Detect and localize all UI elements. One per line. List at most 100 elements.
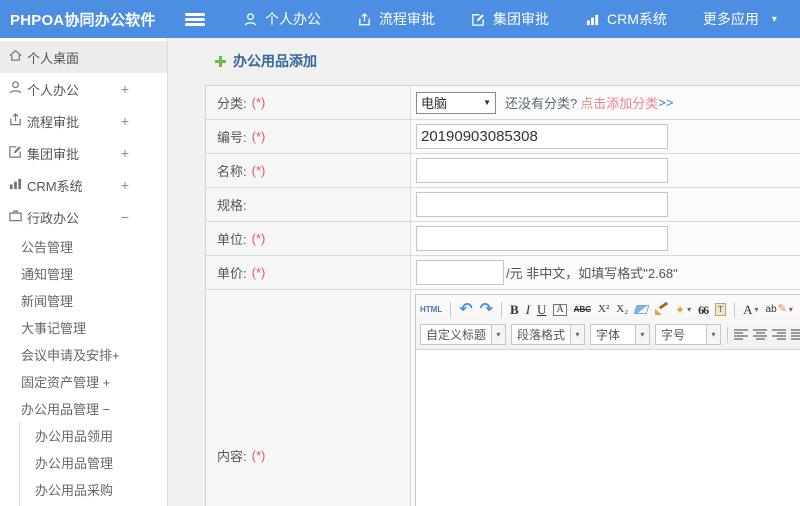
form-row-number: 编号: (*)	[206, 120, 800, 154]
name-input[interactable]	[416, 158, 668, 183]
editor-toolbar-row1: HTML ↶ ↷ B I U A ABC X² X₂ ✦ ▾ 66 T A ▾ …	[420, 297, 800, 322]
office-supplies-submenu: 办公用品领用 办公用品管理 办公用品采购 办公用品盘点	[19, 422, 167, 506]
select-arrow-icon: ▼	[483, 98, 491, 107]
blockquote-button[interactable]: 66	[698, 304, 709, 316]
bold-button[interactable]: B	[510, 303, 519, 316]
wand-icon: ✦	[675, 302, 686, 317]
custom-title-dropdown[interactable]: 自定义标题 ▾	[420, 324, 507, 345]
expand-plus-icon: +	[120, 145, 129, 161]
spec-input[interactable]	[416, 192, 668, 217]
content-label: 内容: (*)	[206, 290, 411, 506]
caret-down-icon: ▾	[570, 325, 585, 344]
spec-label: 规格:	[206, 188, 411, 221]
menu-toggle-icon[interactable]	[185, 12, 205, 26]
format-brush-button[interactable]	[655, 303, 668, 316]
sidebar-item-admin-office[interactable]: 行政办公 −	[0, 201, 167, 233]
no-category-text: 还没有分类?	[505, 96, 578, 111]
font-family-dropdown[interactable]: 字体 ▾	[590, 324, 651, 345]
bar-chart-icon	[8, 176, 27, 194]
name-label: 名称: (*)	[206, 154, 411, 187]
superscript-button[interactable]: X²	[598, 304, 609, 315]
align-left-button[interactable]	[734, 329, 749, 340]
category-select[interactable]: 电脑 ▼	[416, 91, 496, 114]
form-row-name: 名称: (*)	[206, 154, 800, 188]
number-input[interactable]	[416, 124, 668, 149]
number-label: 编号: (*)	[206, 120, 411, 153]
caret-down-icon: ▾	[491, 325, 506, 344]
underline-button[interactable]: U	[537, 303, 546, 316]
eraser-button[interactable]	[633, 305, 650, 314]
pen-icon: ✎	[777, 303, 787, 315]
editor-toolbar: HTML ↶ ↷ B I U A ABC X² X₂ ✦ ▾ 66 T A ▾ …	[416, 295, 800, 350]
caret-down-icon: ▾	[635, 325, 650, 344]
caret-down-icon: ▾	[788, 304, 793, 314]
sidebar-subitem-announcement-mgmt[interactable]: 公告管理	[0, 233, 167, 260]
autoformat-button[interactable]: ✦ ▾	[675, 304, 691, 316]
edit-icon	[471, 12, 486, 27]
price-input[interactable]	[416, 260, 504, 285]
font-size-dropdown[interactable]: 字号 ▾	[655, 324, 722, 345]
caret-down-icon: ▾	[771, 13, 777, 25]
sidebar-item-personal-office[interactable]: 个人办公 +	[0, 73, 167, 105]
expand-plus-icon: +	[120, 81, 129, 97]
strikethrough-button[interactable]: ABC	[574, 305, 591, 314]
font-color-button[interactable]: A ▾	[743, 303, 758, 316]
paragraph-format-dropdown[interactable]: 段落格式 ▾	[511, 324, 586, 345]
rich-text-editor: HTML ↶ ↷ B I U A ABC X² X₂ ✦ ▾ 66 T A ▾ …	[415, 294, 800, 506]
topnav-group-approval[interactable]: 集团审批	[471, 9, 549, 29]
topnav-personal-office[interactable]: 个人办公	[243, 9, 321, 29]
home-icon	[8, 48, 27, 66]
align-right-button[interactable]	[772, 329, 787, 340]
collapse-minus-icon: −	[120, 209, 129, 225]
briefcase-icon	[8, 208, 27, 226]
share-up-icon	[357, 12, 372, 27]
price-hint: /元 非中文，如填写格式"2.68"	[506, 266, 678, 281]
caret-down-icon: ▾	[687, 304, 692, 314]
topnav-workflow-approval[interactable]: 流程审批	[357, 9, 435, 29]
redo-button[interactable]: ↷	[480, 301, 493, 318]
paste-as-text-button[interactable]: T	[715, 303, 727, 316]
sidebar-item-personal-desktop[interactable]: 个人桌面	[0, 41, 167, 73]
border-text-button[interactable]: A	[553, 303, 567, 316]
editor-content-area[interactable]	[416, 350, 800, 506]
sidebar-subitem-supplies-manage[interactable]: 办公用品管理	[20, 449, 167, 476]
sidebar-subitem-news-mgmt[interactable]: 新闻管理	[0, 287, 167, 314]
sidebar: 个人桌面 个人办公 + 流程审批 + 集团审批 + CRM系统 + 行政办公 −…	[0, 38, 168, 506]
italic-button[interactable]: I	[526, 303, 530, 316]
add-category-link[interactable]: 点击添加分类	[580, 93, 658, 112]
source-code-button[interactable]: HTML	[420, 305, 442, 314]
price-label: 单价: (*)	[206, 256, 411, 289]
top-navigation: 个人办公 流程审批 集团审批 CRM系统 更多应用 ▾	[243, 9, 777, 29]
main-content: 办公用品添加 分类: (*) 电脑 ▼ 还没有分类? 点击添加分类 >> 编号:(…	[168, 38, 800, 506]
sidebar-subitem-meeting-request[interactable]: 会议申请及安排+	[0, 341, 167, 368]
share-up-icon	[8, 112, 27, 130]
unit-input[interactable]	[416, 226, 668, 251]
caret-down-icon: ▾	[754, 304, 759, 314]
undo-button[interactable]: ↶	[459, 301, 472, 318]
sidebar-subitem-office-supplies-mgmt[interactable]: 办公用品管理 −	[0, 395, 167, 422]
page-title: 办公用品添加	[215, 51, 317, 71]
subscript-button[interactable]: X₂	[616, 304, 628, 315]
align-justify-button[interactable]	[791, 329, 800, 340]
sidebar-item-workflow-approval[interactable]: 流程审批 +	[0, 105, 167, 137]
sidebar-subitem-supplies-purchase[interactable]: 办公用品采购	[20, 476, 167, 503]
align-center-button[interactable]	[753, 329, 768, 340]
add-plus-icon	[215, 55, 226, 67]
add-category-arrows[interactable]: >>	[658, 95, 673, 110]
highlight-color-button[interactable]: ab ✎ ▾	[766, 304, 793, 315]
form-row-content: 内容: (*) HTML ↶ ↷ B I U A ABC X² X₂ ✦ ▾ 6…	[206, 290, 800, 506]
editor-toolbar-row2: 自定义标题 ▾ 段落格式 ▾ 字体 ▾ 字号 ▾	[420, 322, 800, 347]
sidebar-subitem-memorabilia-mgmt[interactable]: 大事记管理	[0, 314, 167, 341]
sidebar-item-group-approval[interactable]: 集团审批 +	[0, 137, 167, 169]
sidebar-subitem-notice-mgmt[interactable]: 通知管理	[0, 260, 167, 287]
user-icon	[243, 12, 258, 27]
caret-down-icon: ▾	[706, 325, 721, 344]
sidebar-subitem-fixed-assets-mgmt[interactable]: 固定资产管理 +	[0, 368, 167, 395]
topnav-more-apps[interactable]: 更多应用 ▾	[703, 9, 777, 29]
sidebar-item-crm-system[interactable]: CRM系统 +	[0, 169, 167, 201]
unit-label: 单位: (*)	[206, 222, 411, 255]
expand-plus-icon: +	[120, 177, 129, 193]
edit-icon	[8, 144, 27, 162]
sidebar-subitem-supplies-claim[interactable]: 办公用品领用	[20, 422, 167, 449]
topnav-crm-system[interactable]: CRM系统	[585, 9, 667, 29]
